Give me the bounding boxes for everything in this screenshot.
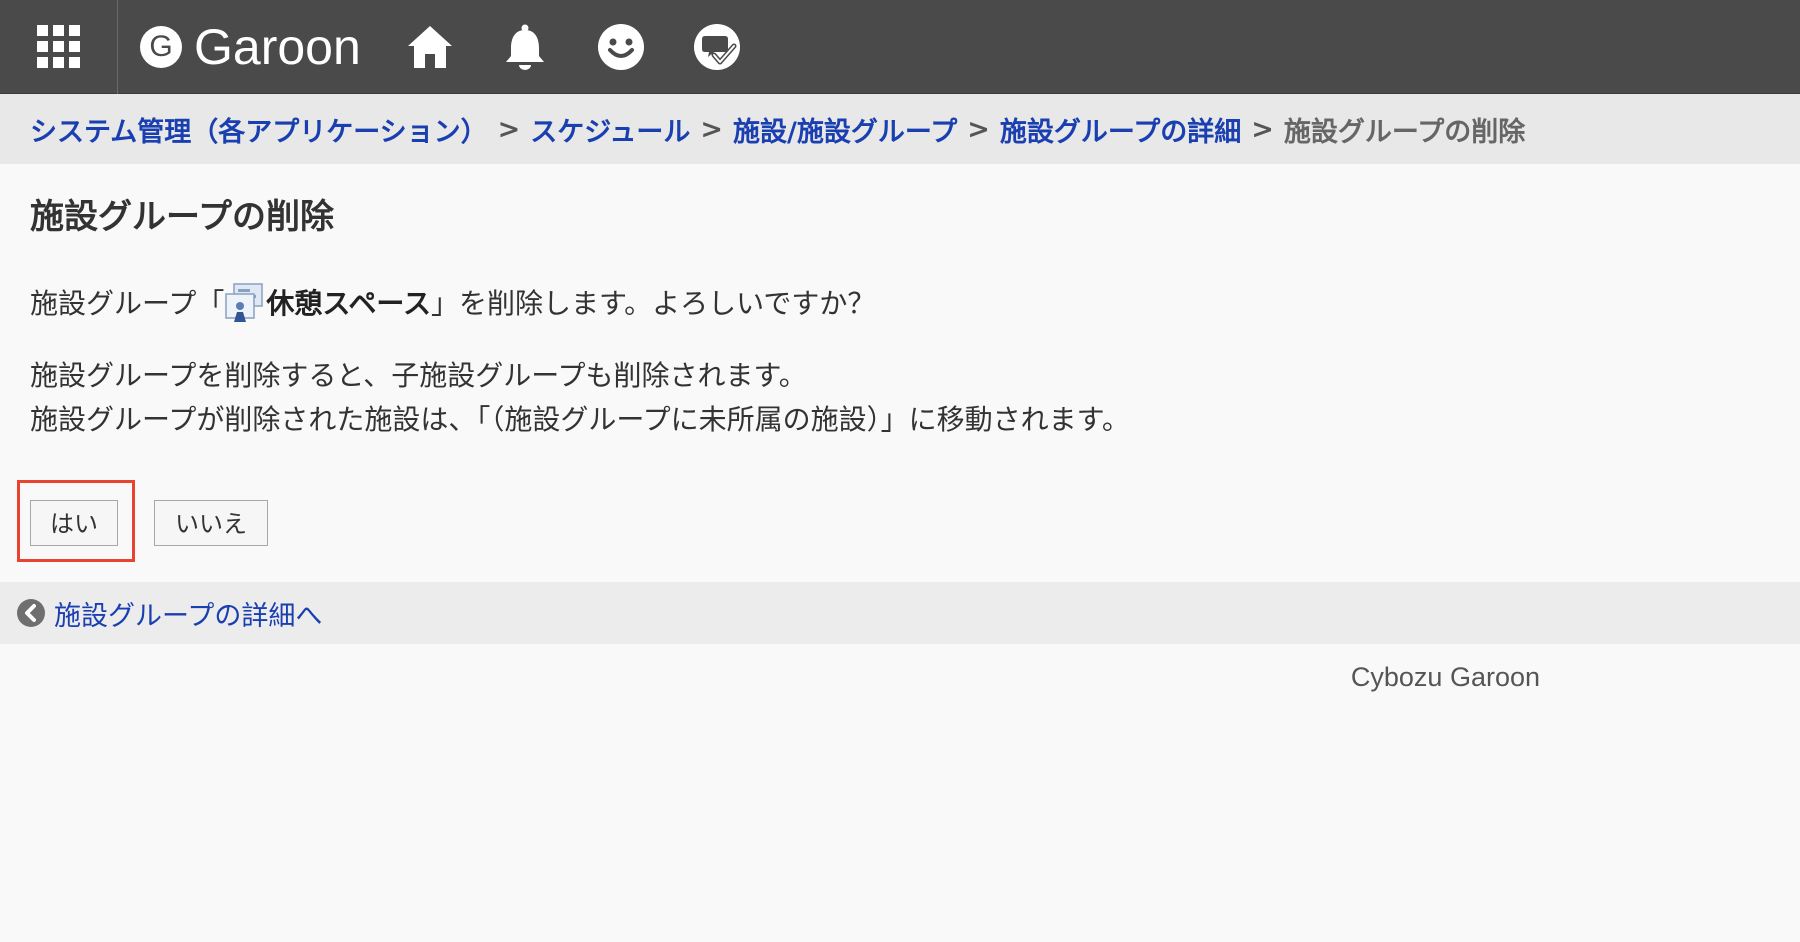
page-title: 施設グループの削除 [30, 197, 334, 237]
breadcrumb-current: 施設グループの削除 [1283, 116, 1526, 148]
back-link-label: 施設グループの詳細へ [54, 600, 323, 632]
breadcrumb-system-admin[interactable]: システム管理（各アプリケーション） [30, 110, 488, 149]
brand-name: Garoon [194, 19, 361, 75]
yes-button[interactable]: はい [30, 500, 118, 546]
confirm-prefix: 施設グループ「 [30, 287, 225, 320]
messages-button[interactable] [692, 22, 742, 72]
confirm-message: 施設グループ「 休憩スペース 」を削除します。よろしいですか？ [30, 278, 875, 330]
back-bar: 施設グループの詳細へ [0, 582, 1800, 644]
back-to-group-detail-link[interactable]: 施設グループの詳細へ [16, 594, 322, 633]
garoon-logo-icon: G [140, 26, 182, 68]
no-button[interactable]: いいえ [154, 500, 268, 546]
grid-icon [37, 25, 80, 68]
brand-logo-link[interactable]: G Garoon [140, 18, 361, 76]
top-header: G Garoon [0, 0, 1800, 94]
chat-check-icon [694, 24, 740, 70]
breadcrumb-schedule[interactable]: スケジュール [530, 110, 690, 149]
breadcrumb-facilities[interactable]: 施設/施設グループ [733, 110, 957, 149]
home-button[interactable] [405, 22, 455, 72]
footer-text: Cybozu Garoon [1350, 662, 1540, 692]
breadcrumb-separator: > [967, 113, 990, 145]
home-icon [408, 26, 452, 68]
breadcrumb-group-detail[interactable]: 施設グループの詳細 [1000, 110, 1241, 149]
back-arrow-icon [17, 599, 45, 627]
breadcrumb-separator: > [1251, 113, 1274, 145]
breadcrumb: システム管理（各アプリケーション） > スケジュール > 施設/施設グループ >… [0, 94, 1800, 164]
info-text-line-1: 施設グループを削除すると、子施設グループも削除されます。 [30, 359, 807, 392]
notifications-button[interactable] [500, 22, 550, 72]
breadcrumb-separator: > [497, 113, 521, 145]
facility-group-name: 休憩スペース [266, 287, 431, 320]
info-text-line-2: 施設グループが削除された施設は、「（施設グループに未所属の施設）」に移動されます… [30, 403, 1130, 436]
reactions-button[interactable] [596, 22, 646, 72]
bell-icon [506, 24, 544, 70]
apps-menu-button[interactable] [0, 0, 118, 94]
smiley-icon [598, 24, 644, 70]
facility-group-icon [224, 282, 266, 326]
confirm-suffix: 」を削除します。よろしいですか？ [430, 287, 876, 320]
breadcrumb-separator: > [700, 113, 724, 145]
